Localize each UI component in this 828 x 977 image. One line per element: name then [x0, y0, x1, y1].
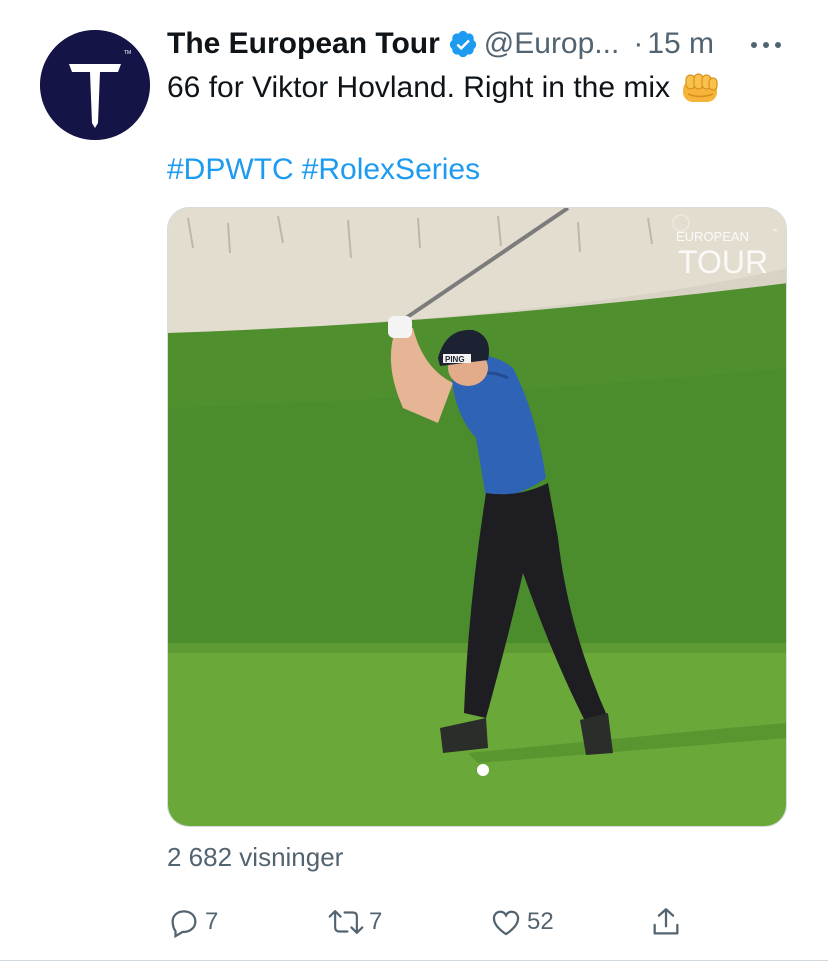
watermark-line2: TOUR — [678, 244, 768, 280]
tweet-video[interactable]: PING EUROPEAN ™ TOUR — [167, 207, 787, 827]
tweet-text-content: 66 for Viktor Hovland. Right in the mix — [167, 71, 671, 104]
hashtags: #DPWTC #RolexSeries — [167, 150, 488, 190]
more-horizontal-icon[interactable] — [744, 30, 788, 60]
reply-button[interactable]: 7 — [167, 900, 218, 944]
avatar[interactable]: TM — [40, 30, 150, 140]
separator-dot: · — [633, 27, 644, 60]
reply-icon — [167, 905, 201, 939]
like-button[interactable]: 52 — [489, 900, 554, 944]
reply-count: 7 — [205, 908, 219, 935]
svg-text:TM: TM — [124, 50, 131, 56]
view-count: 2 682 visninger — [167, 842, 344, 872]
like-count: 52 — [527, 908, 554, 935]
oncoming-fist-emoji-icon — [680, 68, 720, 108]
tweet-timestamp[interactable]: 15 m — [647, 27, 714, 61]
european-tour-logo-icon: TM — [40, 30, 150, 140]
share-button[interactable] — [649, 900, 683, 944]
heart-icon — [489, 905, 523, 939]
user-handle[interactable]: @Europ... — [484, 27, 620, 61]
tweet-text: 66 for Viktor Hovland. Right in the mix — [167, 68, 720, 108]
tweet-actions: 7 7 52 — [167, 900, 707, 944]
golf-swing-video-frame: PING EUROPEAN ™ TOUR — [168, 208, 786, 826]
watermark-line1: EUROPEAN — [676, 229, 749, 244]
watermark-tm: ™ — [772, 228, 778, 235]
tweet-header: The European Tour @Europ... · 15 m — [167, 24, 788, 64]
share-icon — [649, 905, 683, 939]
display-name[interactable]: The European Tour — [167, 27, 440, 61]
retweet-count: 7 — [369, 908, 383, 935]
retweet-icon — [327, 905, 365, 939]
hashtag-link[interactable]: #RolexSeries — [302, 153, 480, 186]
hashtag-link[interactable]: #DPWTC — [167, 153, 294, 186]
verified-badge-icon — [448, 29, 478, 59]
retweet-button[interactable]: 7 — [327, 900, 382, 944]
divider — [0, 960, 828, 961]
tweet: TM The European Tour @Europ... · 15 m 66… — [0, 0, 828, 977]
cap-logo-text: PING — [445, 355, 465, 364]
